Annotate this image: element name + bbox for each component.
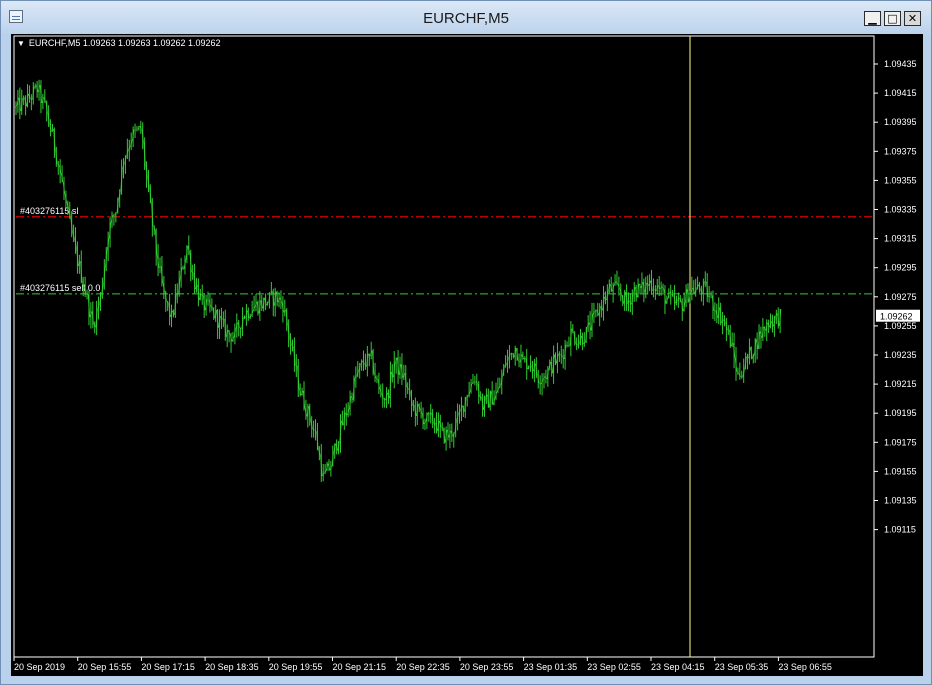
y-tick-label: 1.09435 <box>884 59 917 69</box>
candle-body <box>22 97 25 99</box>
x-tick-label: 23 Sep 04:15 <box>651 662 705 672</box>
candle-body <box>136 128 138 131</box>
candle-body <box>566 344 568 347</box>
current-price-label: 1.09262 <box>880 312 913 322</box>
candle-body <box>239 327 242 329</box>
candle-body <box>295 364 298 367</box>
candle-body <box>510 352 513 355</box>
candle-body <box>243 316 246 319</box>
candle-body <box>474 381 476 383</box>
x-tick-label: 20 Sep 19:55 <box>269 662 323 672</box>
candle-body <box>710 295 712 297</box>
x-tick-label: 20 Sep 21:15 <box>333 662 387 672</box>
x-tick-label: 20 Sep 17:15 <box>141 662 195 672</box>
candle-body <box>207 299 209 301</box>
order-label: #403276115 sell 0.0 <box>20 283 100 293</box>
y-tick-label: 1.09235 <box>884 350 917 360</box>
x-tick-label: 20 Sep 15:55 <box>78 662 132 672</box>
candle-body <box>504 364 507 367</box>
y-tick-label: 1.09255 <box>884 321 917 331</box>
y-tick-label: 1.09275 <box>884 292 917 302</box>
y-tick-label: 1.09115 <box>884 525 916 535</box>
x-tick-label: 20 Sep 18:35 <box>205 662 259 672</box>
y-tick-label: 1.09375 <box>884 146 917 156</box>
y-tick-label: 1.09355 <box>884 175 917 185</box>
x-tick-label: 23 Sep 01:35 <box>524 662 578 672</box>
y-tick-label: 1.09395 <box>884 117 917 127</box>
y-tick-label: 1.09415 <box>884 88 917 98</box>
y-tick-label: 1.09135 <box>884 496 917 506</box>
symbol-info: ▼ EURCHF,M5 1.09263 1.09263 1.09262 1.092… <box>17 38 221 48</box>
y-tick-label: 1.09175 <box>884 437 917 447</box>
y-tick-label: 1.09215 <box>884 379 917 389</box>
x-tick-label: 20 Sep 23:55 <box>460 662 514 672</box>
candle-body <box>383 398 386 401</box>
x-tick-label: 23 Sep 02:55 <box>587 662 641 672</box>
candle-body <box>312 428 315 431</box>
price-chart[interactable]: 1.09435 1.09415 1.09395 1.09375 1.09355 1.093… <box>0 0 932 685</box>
candle-body <box>433 422 436 425</box>
x-tick-label: 20 Sep 22:35 <box>396 662 450 672</box>
y-tick-label: 1.09335 <box>884 205 917 215</box>
dropdown-triangle-icon[interactable]: ▼ <box>17 39 25 48</box>
y-tick-label: 1.09295 <box>884 263 917 273</box>
candle-body <box>708 295 710 298</box>
y-tick-label: 1.09155 <box>884 466 917 476</box>
y-tick-label: 1.09195 <box>884 408 917 418</box>
x-tick-label: 23 Sep 05:35 <box>715 662 769 672</box>
symbol-info-text: EURCHF,M5 1.09263 1.09263 1.09262 1.0926… <box>28 38 221 48</box>
candles-group <box>14 79 782 482</box>
x-tick-label: 20 Sep 2019 <box>14 662 65 672</box>
x-tick-label: 23 Sep 06:55 <box>778 662 832 672</box>
y-tick-label: 1.09315 <box>884 234 917 244</box>
